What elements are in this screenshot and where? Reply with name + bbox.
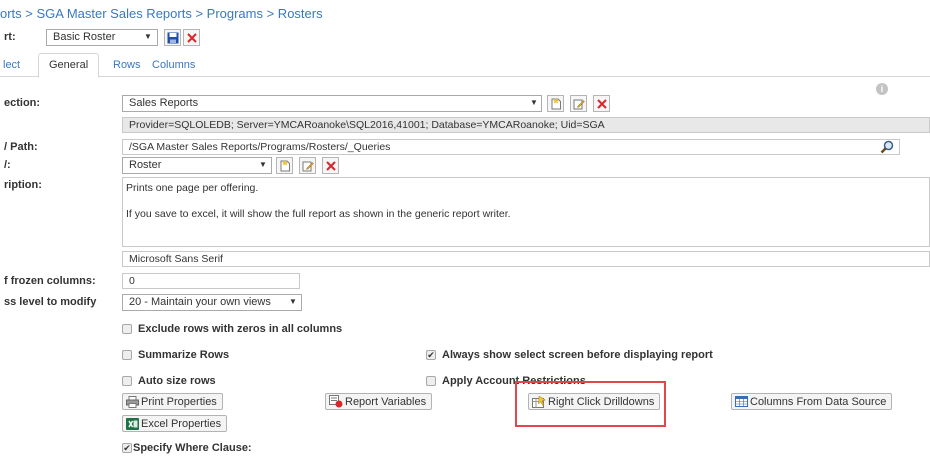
new-document-icon bbox=[551, 97, 561, 109]
query-label: /: bbox=[4, 159, 11, 171]
table-icon bbox=[735, 396, 748, 407]
description-label: ription: bbox=[4, 179, 42, 191]
report-select-value: Basic Roster bbox=[53, 31, 116, 43]
new-query-button[interactable] bbox=[276, 157, 293, 174]
apply-account-restrictions-checkbox[interactable] bbox=[426, 376, 436, 386]
always-show-select-label: Always show select screen before display… bbox=[442, 349, 713, 361]
auto-size-rows-label: Auto size rows bbox=[138, 375, 216, 387]
access-level-label: ss level to modify bbox=[4, 296, 97, 308]
frozen-columns-input[interactable]: 0 bbox=[122, 273, 300, 289]
specify-where-clause-checkbox[interactable]: ✔ bbox=[122, 443, 132, 453]
print-properties-label: Print Properties bbox=[141, 395, 217, 408]
edit-query-button[interactable] bbox=[299, 157, 316, 174]
chevron-down-icon: ▼ bbox=[530, 98, 538, 107]
columns-from-data-source-button[interactable]: Columns From Data Source bbox=[731, 393, 893, 410]
query-path-field[interactable]: /SGA Master Sales Reports/Programs/Roste… bbox=[122, 139, 900, 155]
description-line: If you save to excel, it will show the f… bbox=[126, 208, 511, 220]
tab-general[interactable]: General bbox=[38, 53, 100, 78]
exclude-zero-rows-label: Exclude rows with zeros in all columns bbox=[138, 323, 343, 335]
tab-select[interactable]: lect bbox=[3, 54, 20, 77]
highlight-box bbox=[515, 381, 666, 427]
save-icon bbox=[167, 32, 178, 43]
connection-label: ection: bbox=[4, 97, 41, 109]
query-select-value: Roster bbox=[129, 159, 162, 171]
chevron-down-icon: ▼ bbox=[259, 160, 267, 169]
report-variables-label: Report Variables bbox=[345, 395, 427, 408]
report-select[interactable]: Basic Roster ▼ bbox=[46, 29, 158, 46]
close-icon bbox=[325, 160, 336, 171]
edit-icon bbox=[573, 99, 585, 109]
edit-icon bbox=[302, 161, 314, 171]
summarize-rows-label: Summarize Rows bbox=[138, 349, 230, 361]
description-textarea[interactable]: Prints one page per offering. If you sav… bbox=[122, 177, 930, 247]
breadcrumb[interactable]: orts > SGA Master Sales Reports > Progra… bbox=[0, 6, 323, 21]
browse-path-button[interactable] bbox=[878, 138, 896, 156]
exclude-zero-rows-checkbox[interactable] bbox=[122, 324, 132, 334]
access-level-select[interactable]: 20 - Maintain your own views ▼ bbox=[122, 294, 302, 311]
edit-connection-button[interactable] bbox=[570, 95, 587, 112]
summarize-rows-checkbox[interactable] bbox=[122, 350, 132, 360]
report-label: rt: bbox=[4, 31, 16, 43]
tab-rows[interactable]: Rows bbox=[113, 54, 141, 77]
always-show-select-checkbox[interactable]: ✔ bbox=[426, 350, 436, 360]
variables-icon bbox=[329, 395, 343, 408]
connection-string: Provider=SQLOLEDB; Server=YMCARoanoke\SQ… bbox=[122, 117, 930, 133]
delete-connection-button[interactable] bbox=[593, 95, 610, 112]
frozen-columns-label: f frozen columns: bbox=[4, 275, 96, 287]
query-path-label: / Path: bbox=[4, 141, 38, 153]
delete-query-button[interactable] bbox=[322, 157, 339, 174]
access-level-select-value: 20 - Maintain your own views bbox=[129, 296, 271, 308]
print-properties-button[interactable]: Print Properties bbox=[122, 393, 223, 410]
search-icon bbox=[880, 140, 894, 154]
close-icon bbox=[186, 32, 197, 43]
auto-size-rows-checkbox[interactable] bbox=[122, 376, 132, 386]
delete-report-button[interactable] bbox=[183, 29, 200, 46]
connection-select[interactable]: Sales Reports ▼ bbox=[122, 95, 542, 112]
specify-where-clause-label: Specify Where Clause: bbox=[133, 442, 252, 454]
printer-icon bbox=[126, 395, 139, 408]
excel-icon bbox=[126, 417, 139, 430]
connection-select-value: Sales Reports bbox=[129, 97, 199, 109]
excel-properties-label: Excel Properties bbox=[141, 417, 222, 430]
chevron-down-icon: ▼ bbox=[144, 32, 152, 41]
save-button[interactable] bbox=[164, 29, 181, 46]
columns-from-data-source-label: Columns From Data Source bbox=[750, 395, 887, 408]
new-connection-button[interactable] bbox=[547, 95, 564, 112]
report-variables-button[interactable]: Report Variables bbox=[325, 393, 433, 410]
excel-properties-button[interactable]: Excel Properties bbox=[122, 415, 228, 432]
font-field[interactable]: Microsoft Sans Serif bbox=[122, 251, 930, 267]
description-line: Prints one page per offering. bbox=[126, 182, 259, 194]
tab-columns[interactable]: Columns bbox=[152, 54, 195, 77]
info-icon[interactable]: i bbox=[876, 83, 888, 95]
query-select[interactable]: Roster ▼ bbox=[122, 157, 272, 174]
chevron-down-icon: ▼ bbox=[289, 297, 297, 306]
close-icon bbox=[596, 98, 607, 109]
new-document-icon bbox=[280, 159, 290, 171]
